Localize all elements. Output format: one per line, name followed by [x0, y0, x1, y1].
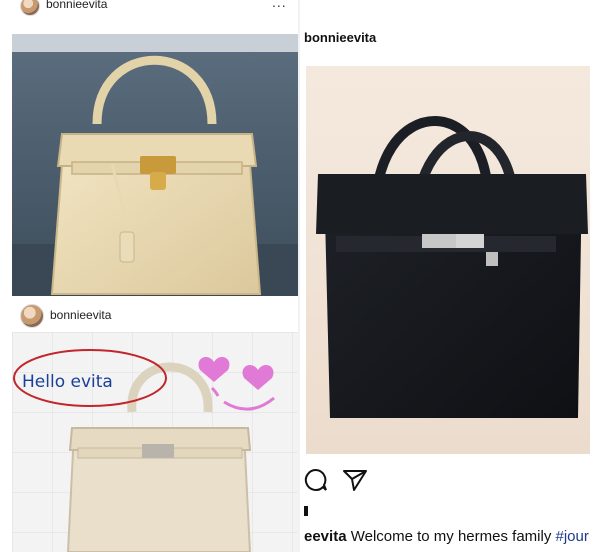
post-photo-kelly-white[interactable]: Hello evita [12, 332, 298, 552]
caption-username[interactable]: eevita [304, 528, 347, 545]
post-photo-birkin-black[interactable] [306, 66, 590, 454]
kelly-white-illustration [12, 332, 298, 552]
right-post: bonnieevita eevita Welcome to my hermes … [300, 0, 600, 552]
post-username[interactable]: bonnieevita [50, 308, 111, 322]
post-caption: eevita Welcome to my hermes family #jour [304, 528, 589, 545]
post-username[interactable]: bonnieevita [304, 30, 376, 45]
caption-hashtag[interactable]: #jour [556, 528, 589, 545]
comment-icon[interactable] [304, 468, 328, 492]
kelly-bag-illustration [12, 34, 298, 296]
more-options-icon[interactable]: ... [272, 0, 287, 10]
caption-indicator [304, 506, 308, 516]
left-top-post: bonnieevita ... [10, 0, 298, 300]
share-icon[interactable] [342, 468, 368, 492]
pane-divider [298, 0, 300, 552]
avatar[interactable] [20, 0, 40, 16]
birkin-bag-illustration [306, 66, 590, 454]
left-bottom-post: bonnieevita Hello evita [10, 300, 298, 552]
post-username[interactable]: bonnieevita [46, 0, 107, 11]
handwritten-greeting: Hello evita [22, 372, 113, 392]
avatar[interactable] [20, 304, 44, 328]
post-photo-kelly-beige[interactable] [12, 34, 298, 296]
caption-text: Welcome to my hermes family [350, 528, 552, 545]
